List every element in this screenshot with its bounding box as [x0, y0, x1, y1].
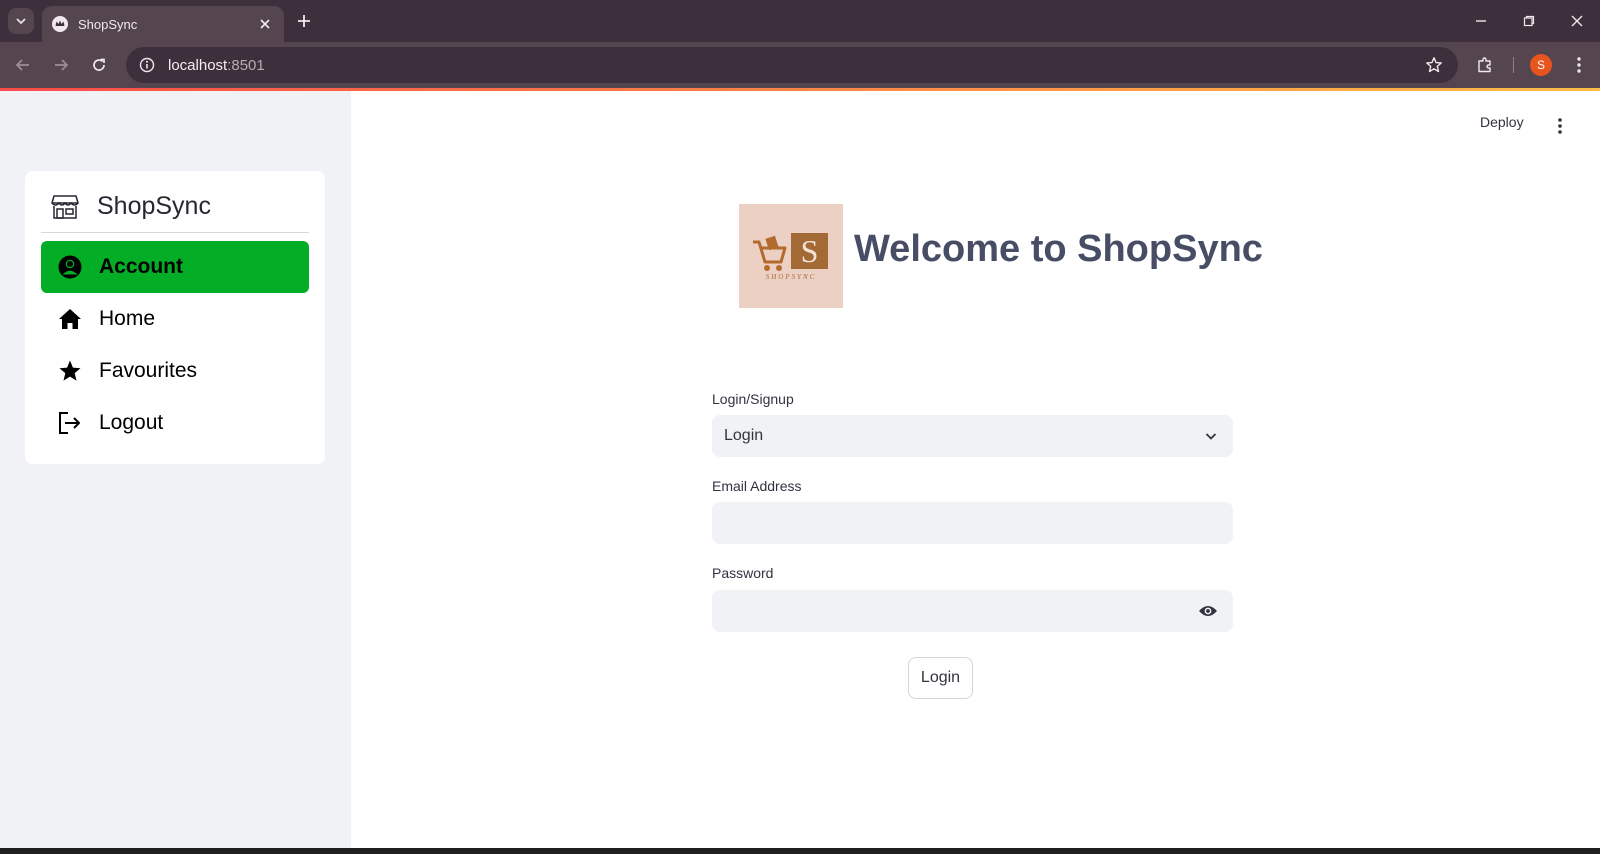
main-menu-button[interactable] [1550, 114, 1570, 138]
close-window-button[interactable] [1566, 10, 1588, 32]
restore-window-button[interactable] [1518, 10, 1540, 32]
extensions-button[interactable] [1474, 54, 1496, 76]
browser-toolbar: localhost:8501 S [0, 42, 1600, 88]
minimize-window-button[interactable] [1470, 10, 1492, 32]
window-bottom-edge [0, 848, 1600, 854]
house-icon [57, 306, 83, 332]
forward-button[interactable] [50, 54, 72, 76]
bookmark-star-icon[interactable] [1424, 55, 1444, 75]
sidebar-item-label: Logout [99, 411, 164, 434]
account-circle-icon [57, 254, 83, 280]
minimize-icon [1476, 20, 1486, 22]
close-icon [1571, 15, 1583, 27]
logo-wordmark: SHOPSYNC [766, 273, 817, 281]
url-host: localhost [168, 56, 228, 74]
sidebar-item-label: Home [99, 307, 156, 330]
email-field[interactable] [724, 502, 1233, 544]
mode-select-value: Login [724, 427, 764, 444]
profile-avatar[interactable]: S [1530, 54, 1552, 76]
star-icon [57, 358, 83, 384]
address-bar[interactable]: localhost:8501 [126, 47, 1458, 83]
mode-select[interactable]: Login [712, 415, 1233, 457]
sidebar-item-label: Account [99, 255, 183, 278]
reload-icon [93, 58, 105, 71]
sidebar-item-logout[interactable]: Logout [41, 397, 309, 449]
chevron-down-icon [16, 18, 26, 25]
cart-logo-icon: S SHOPSYNC [753, 233, 828, 281]
shop-icon [51, 193, 79, 221]
crown-icon [52, 16, 68, 32]
tab-title: ShopSync [78, 16, 138, 32]
toolbar-separator [1513, 57, 1514, 73]
kebab-menu-icon [1558, 118, 1562, 134]
site-info-icon[interactable] [138, 56, 156, 74]
new-tab-button[interactable] [294, 11, 314, 31]
tab-search-button[interactable] [8, 8, 34, 34]
restore-icon [1523, 15, 1535, 27]
email-field-container [712, 502, 1233, 544]
sidebar-menu: ShopSync Account Home Favourites Logout [25, 171, 325, 464]
browser-menu-button[interactable] [1568, 54, 1590, 76]
url-port: :8501 [227, 56, 265, 74]
browser-tabstrip: ShopSync [0, 0, 1600, 42]
back-button[interactable] [12, 54, 34, 76]
puzzle-icon [1478, 57, 1491, 73]
chevron-down-icon [1199, 424, 1223, 448]
deploy-button[interactable]: Deploy [1480, 114, 1524, 130]
close-tab-icon[interactable] [256, 15, 274, 33]
password-field-container [712, 590, 1233, 632]
reload-button[interactable] [88, 54, 110, 76]
sidebar: ShopSync Account Home Favourites Logout [0, 91, 351, 848]
sidebar-item-home[interactable]: Home [41, 293, 309, 345]
kebab-menu-icon [1577, 57, 1581, 73]
password-label: Password [712, 565, 774, 581]
logo-letter: S [801, 233, 819, 269]
login-button[interactable]: Login [908, 657, 973, 699]
shopsync-logo: S SHOPSYNC [739, 204, 843, 308]
plus-icon [298, 15, 310, 27]
mode-select-label: Login/Signup [712, 391, 794, 407]
browser-tab-shopsync[interactable]: ShopSync [42, 6, 284, 42]
arrow-right-icon [55, 59, 69, 71]
page-title: Welcome to ShopSync [854, 228, 1263, 270]
arrow-left-icon [15, 59, 29, 71]
page-viewport: ShopSync Account Home Favourites Logout … [0, 88, 1600, 848]
sidebar-item-account[interactable]: Account [41, 241, 309, 293]
password-field[interactable] [724, 590, 1185, 632]
sidebar-item-favourites[interactable]: Favourites [41, 345, 309, 397]
menu-header: ShopSync [41, 181, 309, 233]
sidebar-item-label: Favourites [99, 359, 198, 382]
menu-title: ShopSync [97, 192, 211, 220]
email-label: Email Address [712, 478, 802, 494]
eye-icon[interactable] [1197, 601, 1219, 621]
logout-icon [57, 410, 83, 436]
